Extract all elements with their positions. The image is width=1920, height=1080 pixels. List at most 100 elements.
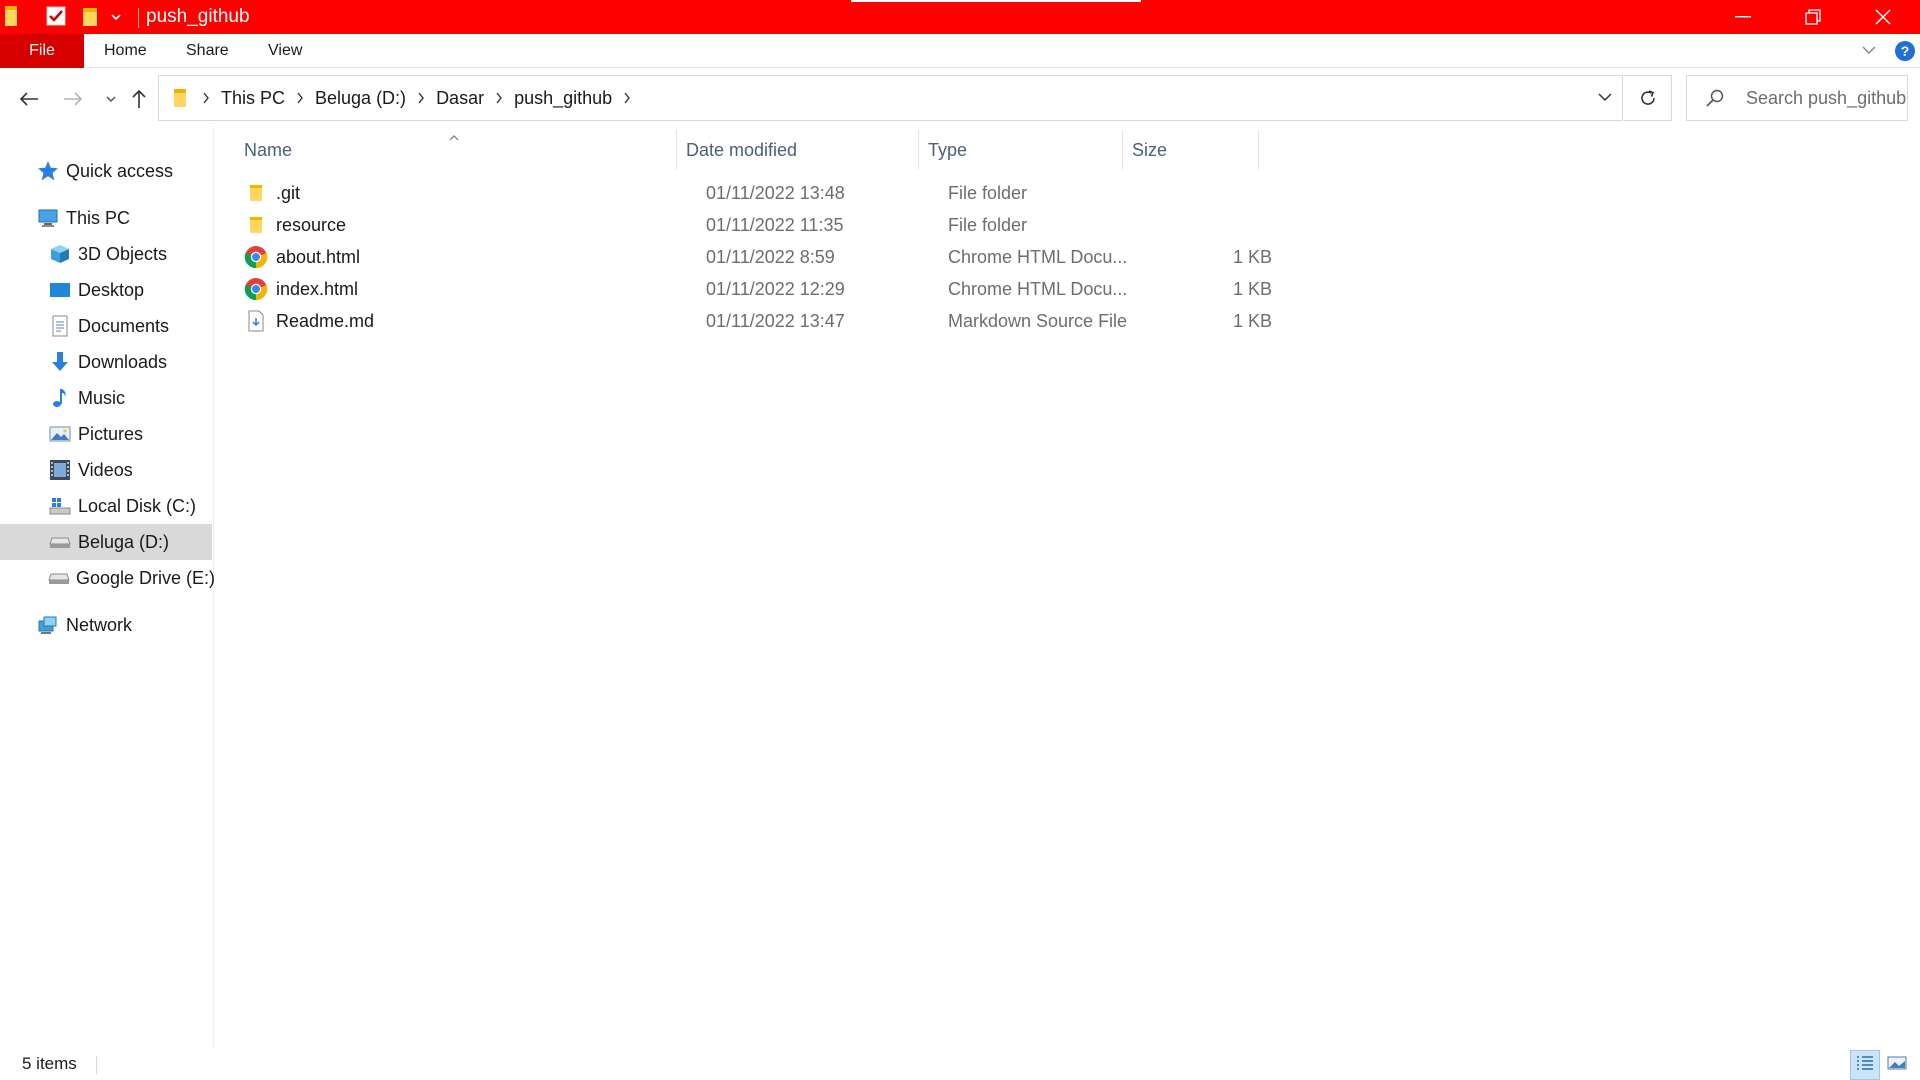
- column-header-name[interactable]: Name: [244, 126, 674, 174]
- file-name: Readme.md: [276, 310, 375, 331]
- sidebar-item-label: Desktop: [78, 279, 145, 300]
- star-icon: [36, 159, 60, 183]
- column-divider[interactable]: [676, 130, 677, 170]
- file-name: resource: [276, 214, 347, 235]
- file-date: 01/11/2022 13:48: [706, 182, 845, 203]
- breadcrumb-chevron-icon[interactable]: [408, 92, 434, 104]
- status-separator: [96, 1056, 97, 1074]
- title-bar: push_github: [0, 0, 1920, 34]
- sidebar-item-music[interactable]: Music: [0, 380, 212, 416]
- file-name-cell: .git: [244, 177, 300, 209]
- svg-text:?: ?: [1901, 43, 1910, 59]
- tab-share[interactable]: Share: [186, 34, 229, 68]
- up-button[interactable]: [124, 84, 154, 114]
- column-header-size[interactable]: Size: [1132, 126, 1252, 174]
- sidebar-item-google-drive-e[interactable]: Google Drive (E:): [0, 560, 215, 596]
- file-row[interactable]: about.html 01/11/2022 8:59 Chrome HTML D…: [240, 241, 1480, 273]
- file-row[interactable]: index.html 01/11/2022 12:29 Chrome HTML …: [240, 273, 1480, 305]
- breadcrumb-push-github[interactable]: push_github: [512, 88, 614, 109]
- sidebar-item-documents[interactable]: Documents: [0, 308, 212, 344]
- column-divider[interactable]: [918, 130, 919, 170]
- customize-quick-access-chevron-icon[interactable]: [110, 12, 122, 22]
- file-name: .git: [276, 182, 301, 203]
- file-row[interactable]: resource 01/11/2022 11:35 File folder: [240, 209, 1480, 241]
- address-history-chevron-icon[interactable]: [1596, 88, 1614, 111]
- download-arrow-icon: [48, 350, 72, 374]
- file-name-cell: resource: [244, 209, 346, 241]
- refresh-button[interactable]: [1624, 75, 1672, 121]
- file-size: [1200, 177, 1272, 209]
- sidebar-item-network[interactable]: Network: [0, 607, 212, 643]
- breadcrumb-chevron-icon[interactable]: [193, 92, 219, 104]
- file-row[interactable]: Readme.md 01/11/2022 13:47 Markdown Sour…: [240, 305, 1480, 337]
- file-date: 01/11/2022 8:59: [706, 246, 835, 267]
- drive-icon: [48, 530, 72, 554]
- sidebar-item-label: Beluga (D:): [78, 531, 170, 552]
- search-input[interactable]: Search push_github: [1746, 88, 1906, 109]
- search-box[interactable]: Search push_github: [1686, 75, 1908, 121]
- breadcrumb-chevron-icon[interactable]: [614, 92, 640, 104]
- file-row[interactable]: .git 01/11/2022 13:48 File folder: [240, 177, 1480, 209]
- status-bar: 5 items: [0, 1050, 1920, 1080]
- sidebar-item-pictures[interactable]: Pictures: [0, 416, 212, 452]
- details-view-button[interactable]: [1850, 1050, 1880, 1080]
- sidebar-item-downloads[interactable]: Downloads: [0, 344, 212, 380]
- file-name-cell: index.html: [244, 273, 358, 305]
- column-divider[interactable]: [1122, 130, 1123, 170]
- sidebar-item-videos[interactable]: Videos: [0, 452, 212, 488]
- column-divider[interactable]: [1258, 130, 1259, 170]
- properties-checkmark-icon[interactable]: [46, 6, 66, 26]
- expand-ribbon-chevron-icon[interactable]: [1860, 41, 1878, 59]
- large-icons-view-button[interactable]: [1882, 1050, 1912, 1080]
- sidebar-item-beluga-d[interactable]: Beluga (D:): [0, 524, 212, 560]
- breadcrumb-chevron-icon[interactable]: [287, 92, 313, 104]
- file-date: 01/11/2022 13:47: [706, 310, 845, 331]
- close-button[interactable]: [1848, 0, 1918, 34]
- file-type: File folder: [948, 214, 1028, 235]
- sidebar-item-label: 3D Objects: [78, 243, 168, 264]
- file-list-view: Name Date modified Type Size .git 01/11/…: [220, 126, 1920, 1050]
- markdown-file-icon: [244, 309, 268, 333]
- sidebar-item-label: Pictures: [78, 423, 144, 444]
- network-icon: [36, 613, 60, 637]
- file-size: [1200, 209, 1272, 241]
- folder-icon: [244, 181, 268, 205]
- sidebar-item-local-disk-c[interactable]: Local Disk (C:): [0, 488, 212, 524]
- minimize-button[interactable]: [1708, 0, 1778, 34]
- forward-button[interactable]: [58, 84, 88, 114]
- file-name-cell: Readme.md: [244, 305, 374, 337]
- address-bar[interactable]: This PC Beluga (D:) Dasar push_github: [158, 75, 1623, 121]
- windows-drive-icon: [48, 494, 72, 518]
- file-name: about.html: [276, 246, 361, 267]
- sidebar-item-this-pc[interactable]: This PC: [0, 200, 212, 236]
- sidebar-item-quick-access[interactable]: Quick access: [0, 153, 212, 189]
- restore-button[interactable]: [1778, 0, 1848, 34]
- breadcrumb-this-pc[interactable]: This PC: [219, 88, 287, 109]
- column-header-type[interactable]: Type: [928, 126, 1126, 174]
- recent-locations-chevron-icon[interactable]: [96, 84, 126, 114]
- breadcrumb-dasar[interactable]: Dasar: [434, 88, 486, 109]
- tab-home[interactable]: Home: [104, 34, 147, 68]
- large-icons-view-icon: [1887, 1055, 1907, 1076]
- title-separator: [138, 8, 139, 28]
- sidebar-item-label: Music: [78, 387, 126, 408]
- sidebar-item-3d-objects[interactable]: 3D Objects: [0, 236, 212, 272]
- file-type: Markdown Source File: [948, 310, 1128, 331]
- tab-file[interactable]: File: [0, 34, 84, 68]
- file-type: Chrome HTML Docu...: [948, 246, 1128, 267]
- breadcrumb-chevron-icon[interactable]: [486, 92, 512, 104]
- file-size: 1 KB: [1232, 278, 1272, 299]
- sidebar-item-label: Downloads: [78, 351, 168, 372]
- new-folder-icon[interactable]: [82, 6, 98, 28]
- back-button[interactable]: [14, 84, 44, 114]
- sidebar-item-desktop[interactable]: Desktop: [0, 272, 212, 308]
- item-count: 5 items: [22, 1054, 77, 1073]
- sidebar-item-label: Network: [66, 614, 133, 635]
- breadcrumb-beluga-drive[interactable]: Beluga (D:): [313, 88, 408, 109]
- sidebar-item-label: Local Disk (C:): [78, 495, 197, 516]
- help-icon[interactable]: ?: [1894, 40, 1916, 62]
- file-date: 01/11/2022 12:29: [706, 278, 845, 299]
- tab-view[interactable]: View: [268, 34, 302, 68]
- column-header-date-modified[interactable]: Date modified: [686, 126, 918, 174]
- chrome-icon: [244, 277, 268, 301]
